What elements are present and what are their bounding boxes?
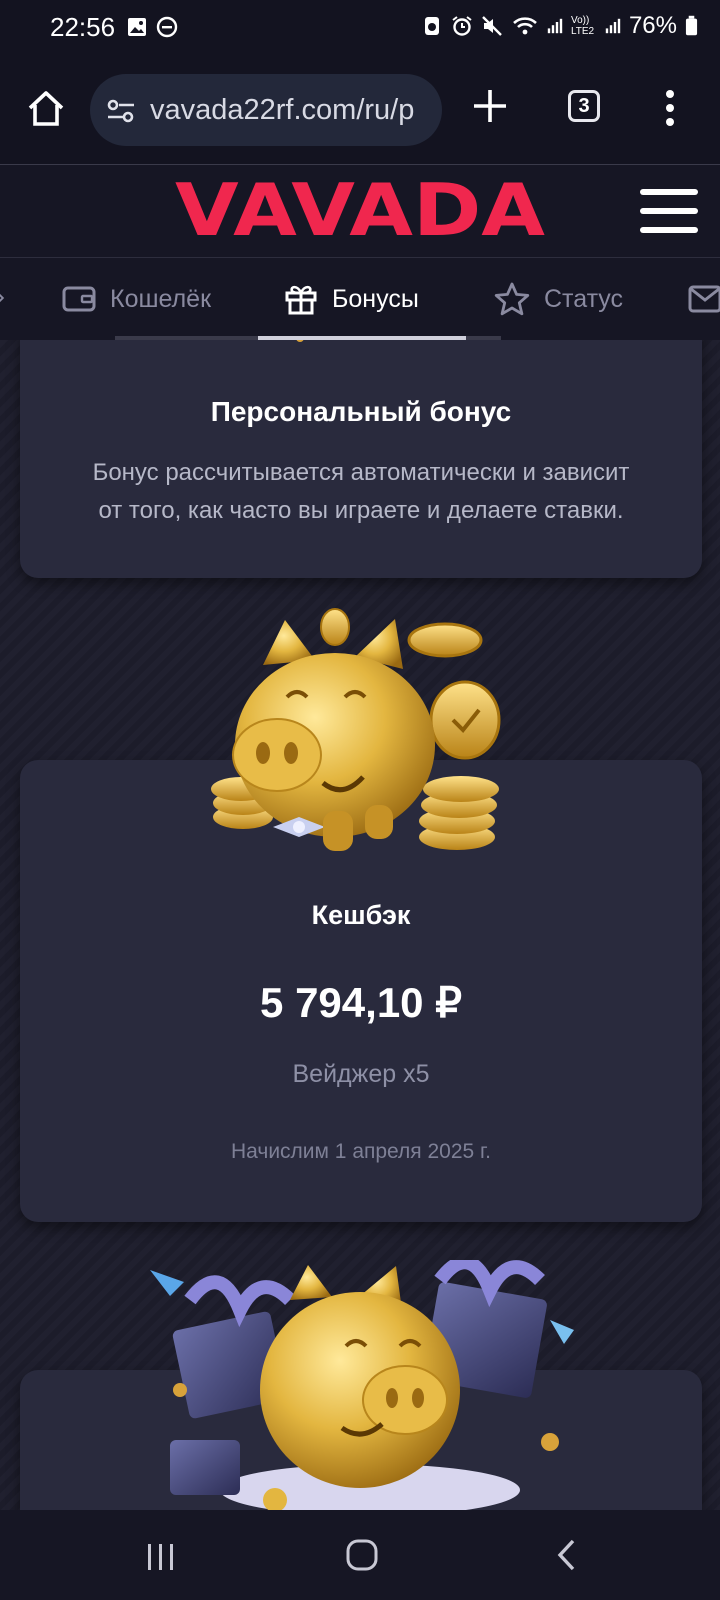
tab-wallet[interactable]: Кошелёк xyxy=(62,258,211,340)
system-navigation-bar xyxy=(0,1510,720,1600)
do-not-disturb-icon xyxy=(156,16,178,38)
site-header: VAVADA xyxy=(0,165,720,258)
mail-icon[interactable] xyxy=(688,285,720,313)
tab-wallet-label: Кошелёк xyxy=(110,284,212,313)
more-menu-icon[interactable] xyxy=(665,88,675,128)
wallet-icon xyxy=(62,286,96,312)
tab-status[interactable]: Статус xyxy=(494,258,623,340)
tab-status-label: Статус xyxy=(544,284,624,313)
personal-bonus-description: Бонус рассчитывается автоматически и зав… xyxy=(20,454,702,530)
cashback-title: Кешбэк xyxy=(311,900,411,930)
battery-icon xyxy=(685,15,698,36)
gift-icon xyxy=(285,285,317,315)
new-tab-icon[interactable] xyxy=(470,86,510,126)
home-nav-icon[interactable] xyxy=(345,1538,379,1572)
account-tab-nav: Кошелёк Бонусы Статус xyxy=(0,258,720,340)
cashback-amount: 5 794,10 ₽ xyxy=(260,979,462,1026)
personal-bonus-card: Персональный бонус Бонус рассчитывается … xyxy=(20,340,702,578)
signal-icon-2 xyxy=(605,18,621,34)
tab-bonuses[interactable]: Бонусы xyxy=(284,258,419,340)
vavada-logo[interactable]: VAVADA xyxy=(172,177,548,243)
back-icon[interactable] xyxy=(556,1538,576,1572)
chevron-left-icon xyxy=(0,293,5,303)
address-bar[interactable]: vavada22rf.com/ru/p xyxy=(90,74,442,146)
personal-bonus-description-line1: Бонус рассчитывается автоматически и зав… xyxy=(92,459,630,486)
gifts-piggy-illustration xyxy=(150,1260,574,1510)
status-bar: 22:56 Vo)) LTE2 76% xyxy=(0,0,720,56)
gift-illustration-partial xyxy=(296,340,304,342)
personal-bonus-title: Персональный бонус xyxy=(210,396,512,427)
browser-toolbar: vavada22rf.com/ru/p 3 xyxy=(0,56,720,165)
site-settings-icon[interactable] xyxy=(106,98,136,124)
tab-switcher-button[interactable]: 3 xyxy=(568,90,600,122)
bonuses-content[interactable]: Персональный бонус Бонус рассчитывается … xyxy=(0,340,720,1510)
coin-stack-right xyxy=(419,776,499,850)
battery-percent: 76% xyxy=(628,12,677,39)
cashback-accrual-date: Начислим 1 апреля 2025 г. xyxy=(231,1140,491,1163)
piggy-bank-coins-illustration xyxy=(211,608,501,851)
tab-bonuses-label: Бонусы xyxy=(332,284,419,313)
signal-icon xyxy=(547,18,563,34)
network-label: Vo)) LTE2 xyxy=(570,15,595,37)
personal-bonus-description-line2: от того, как часто вы играете и делаете … xyxy=(98,497,624,524)
hamburger-menu-icon[interactable] xyxy=(640,189,698,233)
star-icon xyxy=(494,282,530,316)
mute-icon xyxy=(482,16,502,36)
wifi-icon xyxy=(513,17,537,35)
image-icon xyxy=(128,18,146,36)
svg-text:VAVADA: VAVADA xyxy=(175,177,545,243)
cashback-wager: Вейджер x5 xyxy=(292,1060,430,1088)
alarm-icon xyxy=(452,16,472,36)
url-text: vavada22rf.com/ru/p xyxy=(150,94,415,126)
home-icon[interactable] xyxy=(24,86,68,130)
recycle-alarm-icon xyxy=(424,17,439,35)
status-time: 22:56 xyxy=(50,12,116,42)
recent-apps-icon[interactable] xyxy=(146,1542,176,1572)
